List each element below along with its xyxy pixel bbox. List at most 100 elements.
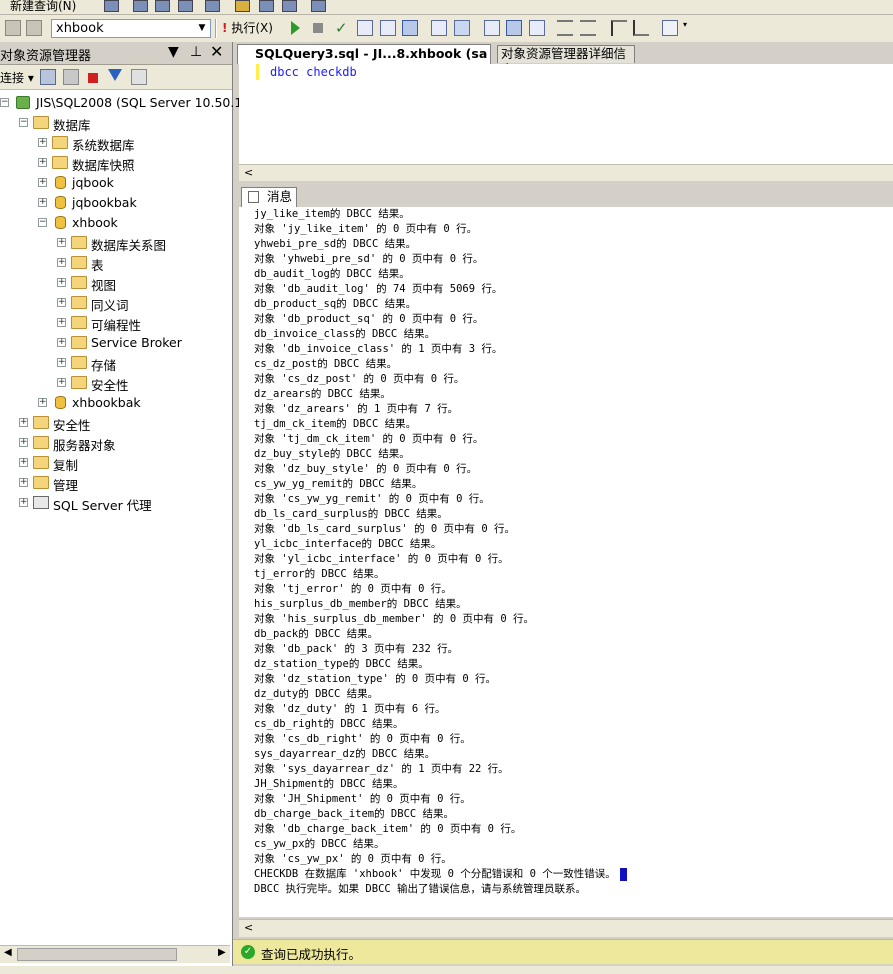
message-line: db_ls_card_surplus的 DBCC 结果。 bbox=[254, 508, 448, 520]
decrease-indent-icon[interactable] bbox=[611, 20, 627, 36]
message-line: 对象 'tj_error' 的 0 页中有 0 行。 bbox=[254, 583, 452, 595]
uncomment-icon[interactable] bbox=[580, 20, 596, 36]
message-line: dz_station_type的 DBCC 结果。 bbox=[254, 658, 429, 670]
expand-icon[interactable]: + bbox=[57, 298, 66, 307]
change-connection-icon[interactable] bbox=[26, 20, 42, 36]
chevron-down-icon[interactable]: ▼ bbox=[194, 20, 210, 37]
results-to-file-icon[interactable] bbox=[529, 20, 545, 36]
messages-horizontal-scrollbar[interactable]: < bbox=[239, 919, 893, 937]
query-designer-icon[interactable] bbox=[380, 20, 396, 36]
expand-icon[interactable]: + bbox=[57, 238, 66, 247]
execute-button[interactable]: ! 执行(X) bbox=[222, 19, 273, 38]
tab-object-explorer-details[interactable]: 对象资源管理器详细信息 bbox=[497, 45, 635, 77]
expand-icon[interactable]: + bbox=[57, 378, 66, 387]
debug-play-icon[interactable] bbox=[291, 21, 300, 35]
expand-icon[interactable]: + bbox=[19, 418, 28, 427]
expand-icon[interactable]: + bbox=[38, 158, 47, 167]
collapse-icon[interactable]: − bbox=[38, 218, 47, 227]
disk-icon[interactable] bbox=[259, 0, 274, 12]
dropdown-arrow-icon[interactable]: ▼ bbox=[168, 44, 179, 60]
results-to-grid-icon[interactable] bbox=[454, 20, 470, 36]
message-line: 对象 'db_product_sq' 的 0 页中有 0 行。 bbox=[254, 313, 484, 325]
folder-icon bbox=[33, 116, 49, 129]
expand-icon[interactable]: + bbox=[19, 498, 28, 507]
expand-icon[interactable]: + bbox=[19, 458, 28, 467]
expand-icon[interactable]: + bbox=[57, 258, 66, 267]
template-icon[interactable] bbox=[311, 0, 326, 12]
pin-icon[interactable]: ⊥ bbox=[190, 44, 202, 60]
query-text[interactable]: dbcc checkdb bbox=[270, 65, 357, 79]
execute-label: 执行(X) bbox=[231, 21, 273, 35]
comment-icon[interactable] bbox=[557, 20, 573, 36]
expand-icon[interactable]: + bbox=[19, 478, 28, 487]
expand-icon[interactable]: + bbox=[19, 438, 28, 447]
folder-icon bbox=[33, 456, 49, 469]
expand-icon[interactable]: + bbox=[38, 398, 47, 407]
intellisense-icon[interactable] bbox=[402, 20, 418, 36]
folder-icon bbox=[52, 136, 68, 149]
close-icon[interactable]: ✕ bbox=[210, 42, 223, 61]
expand-icon[interactable]: + bbox=[57, 358, 66, 367]
sql-editor-toolbar: xhbook ▼ ! 执行(X) ✓ ▾ bbox=[0, 15, 893, 43]
disk-multi-icon[interactable] bbox=[282, 0, 297, 12]
message-line: 对象 'sys_dayarrear_dz' 的 1 页中有 22 行。 bbox=[254, 763, 509, 775]
save-icon[interactable] bbox=[133, 0, 148, 12]
database-select[interactable]: xhbook ▼ bbox=[51, 19, 211, 38]
tree-label: xhbook bbox=[72, 215, 118, 230]
collapse-icon[interactable]: − bbox=[0, 98, 9, 107]
message-line: db_pack的 DBCC 结果。 bbox=[254, 628, 379, 640]
collapse-icon[interactable]: − bbox=[19, 118, 28, 127]
query-editor[interactable]: dbcc checkdb bbox=[239, 64, 893, 164]
message-line: JH_Shipment的 DBCC 结果。 bbox=[254, 778, 404, 790]
expand-icon[interactable]: + bbox=[57, 338, 66, 347]
expand-icon[interactable]: + bbox=[38, 178, 47, 187]
open-file-icon[interactable] bbox=[104, 0, 119, 12]
results-tabbar: 消息 bbox=[239, 186, 893, 207]
results-to-text-icon[interactable] bbox=[431, 20, 447, 36]
expand-icon[interactable]: + bbox=[38, 138, 47, 147]
expand-icon[interactable]: + bbox=[38, 198, 47, 207]
document-icon bbox=[248, 191, 259, 203]
specify-values-icon[interactable] bbox=[662, 20, 678, 36]
tree-label: xhbookbak bbox=[72, 395, 141, 410]
connect-object-icon[interactable] bbox=[40, 69, 56, 85]
message-line: 对象 'jy_like_item' 的 0 页中有 0 行。 bbox=[254, 223, 478, 235]
client-stats-icon[interactable] bbox=[506, 20, 522, 36]
folder-open-icon[interactable] bbox=[235, 0, 250, 12]
query-status-bar: ✓ 查询已成功执行。 bbox=[233, 939, 893, 964]
new-query-button[interactable]: 新建查询(N) bbox=[10, 0, 76, 14]
increase-indent-icon[interactable] bbox=[633, 20, 649, 36]
scrollbar-thumb[interactable] bbox=[17, 948, 177, 961]
folder-icon bbox=[71, 276, 87, 289]
parse-check-icon[interactable]: ✓ bbox=[335, 20, 351, 36]
editor-horizontal-scrollbar[interactable]: < bbox=[239, 164, 893, 182]
stop-icon[interactable] bbox=[88, 73, 98, 83]
tree-label: 数据库关系图 bbox=[91, 238, 167, 253]
save-all-icon[interactable] bbox=[155, 0, 170, 12]
display-plan-icon[interactable] bbox=[357, 20, 373, 36]
scroll-right-icon[interactable]: ▶ bbox=[218, 947, 226, 958]
include-plan-icon[interactable] bbox=[484, 20, 500, 36]
scroll-left-icon[interactable]: ◀ bbox=[4, 947, 12, 958]
tree-horizontal-scrollbar[interactable]: ◀ ▶ bbox=[0, 945, 230, 963]
filter-icon[interactable] bbox=[108, 69, 122, 81]
database-select-value: xhbook bbox=[56, 21, 104, 36]
database-icon bbox=[55, 396, 66, 409]
activity-monitor-icon[interactable] bbox=[205, 0, 220, 12]
toolbar-options-icon[interactable]: ▾ bbox=[683, 20, 690, 36]
standard-toolbar: 新建查询(N) bbox=[0, 0, 893, 15]
expand-icon[interactable]: + bbox=[57, 318, 66, 327]
connect-icon[interactable] bbox=[5, 20, 21, 36]
tab-sql-query[interactable]: SQLQuery3.sql - JI...8.xhbook (sa (56))* bbox=[237, 44, 491, 79]
disconnect-icon[interactable] bbox=[63, 69, 79, 85]
expand-icon[interactable]: + bbox=[57, 278, 66, 287]
scroll-left-icon[interactable]: < bbox=[244, 166, 253, 179]
connect-button[interactable]: 连接 ▾ bbox=[0, 69, 34, 86]
tree-label: 存储 bbox=[91, 358, 117, 373]
scroll-left-icon[interactable]: < bbox=[244, 921, 253, 934]
print-icon[interactable] bbox=[178, 0, 193, 12]
stop-icon[interactable] bbox=[313, 23, 323, 33]
tab-messages[interactable]: 消息 bbox=[241, 187, 297, 207]
refresh-icon[interactable] bbox=[131, 69, 147, 85]
message-line: dz_buy_style的 DBCC 结果。 bbox=[254, 448, 410, 460]
